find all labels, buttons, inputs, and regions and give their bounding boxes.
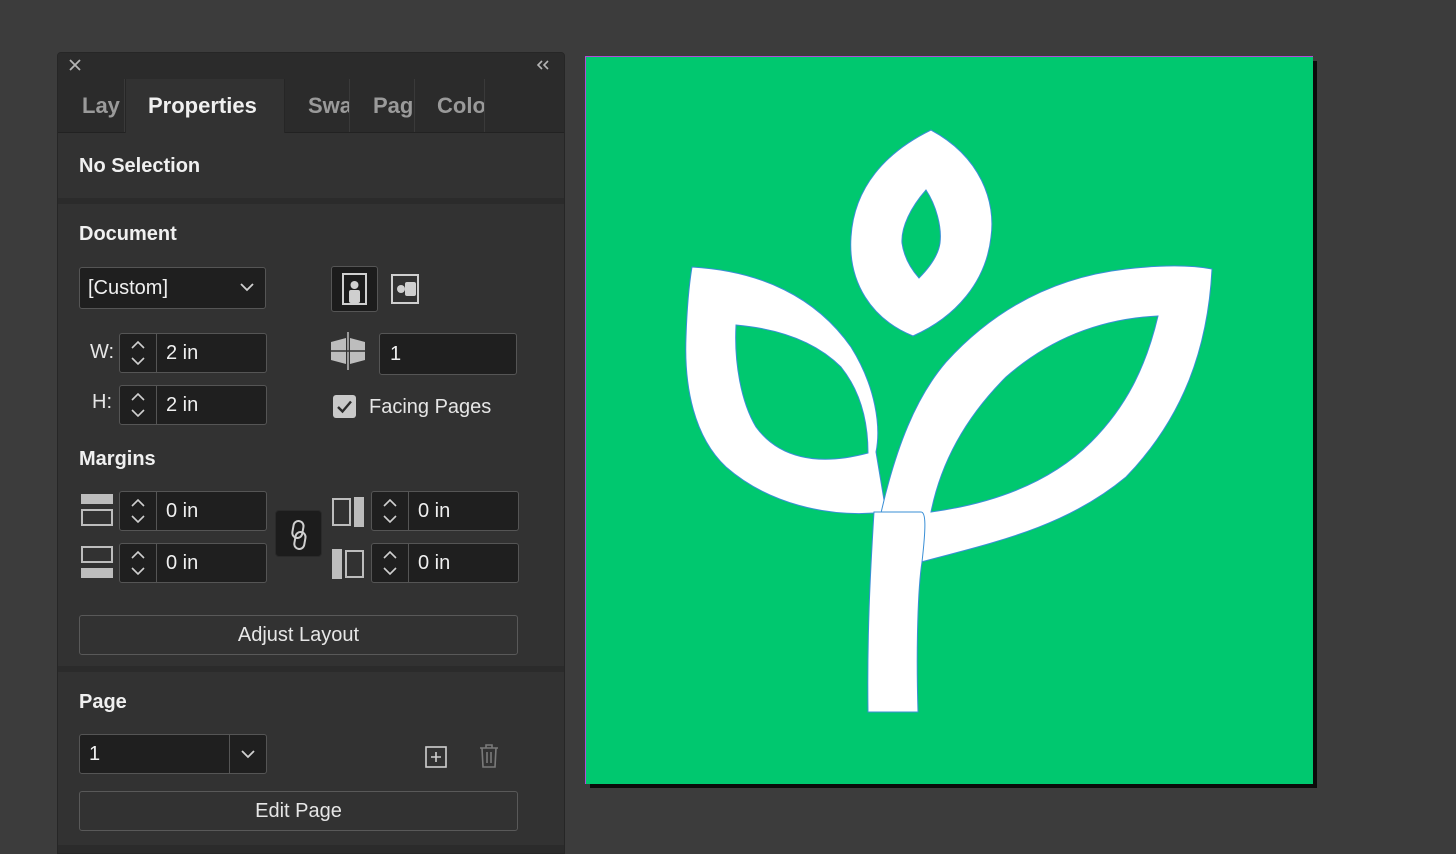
up-down-arrows-icon <box>131 340 145 366</box>
selection-status: No Selection <box>79 155 201 177</box>
facing-pages-label[interactable]: Facing Pages <box>369 396 491 419</box>
inside-margin-value: 0 in <box>418 500 451 522</box>
width-label: W: <box>90 341 115 363</box>
number-of-pages-field[interactable]: 1 <box>379 333 517 375</box>
outside-margin-stepper[interactable]: 0 in <box>371 543 519 583</box>
trash-icon[interactable] <box>478 743 500 769</box>
edit-page-button[interactable]: Edit Page <box>79 791 518 831</box>
tab-properties[interactable]: Properties <box>125 79 285 133</box>
up-down-arrows-icon <box>383 498 397 524</box>
plant-sprout-icon <box>685 129 1213 713</box>
up-down-arrows-icon <box>131 392 145 418</box>
top-margin-icon <box>81 494 113 526</box>
chevron-down-icon <box>241 750 255 759</box>
height-stepper-arrows[interactable] <box>120 386 157 424</box>
outside-margin-icon <box>332 549 364 579</box>
portrait-page-icon <box>342 273 367 305</box>
width-stepper[interactable]: 2 in <box>119 333 267 373</box>
outside-margin-stepper-arrows[interactable] <box>372 544 409 582</box>
bottom-margin-value: 0 in <box>166 552 199 574</box>
outside-margin-value: 0 in <box>418 552 451 574</box>
margins-section-title: Margins <box>79 448 156 470</box>
collapse-panel-icon[interactable] <box>534 57 552 73</box>
adjust-layout-button[interactable]: Adjust Layout <box>79 615 518 655</box>
section-divider <box>58 198 564 204</box>
pages-value: 1 <box>390 343 402 365</box>
landscape-page-icon <box>391 274 419 304</box>
facing-pages-checkbox[interactable] <box>333 395 356 418</box>
bottom-margin-stepper-arrows[interactable] <box>120 544 157 582</box>
inside-margin-stepper[interactable]: 0 in <box>371 491 519 531</box>
pages-icon <box>331 332 365 370</box>
document-preset-value: [Custom] <box>88 277 169 299</box>
bottom-margin-icon <box>81 546 113 578</box>
up-down-arrows-icon <box>131 498 145 524</box>
tab-layers[interactable]: Lay <box>72 79 125 132</box>
height-value: 2 in <box>166 394 199 416</box>
landscape-orientation-button[interactable] <box>388 269 422 309</box>
chain-link-icon <box>291 520 307 550</box>
portrait-orientation-button[interactable] <box>331 266 378 312</box>
panel-titlebar <box>58 53 564 79</box>
top-margin-stepper[interactable]: 0 in <box>119 491 267 531</box>
link-margins-button[interactable] <box>275 510 322 557</box>
bottom-margin-stepper[interactable]: 0 in <box>119 543 267 583</box>
page-number-dropdown[interactable]: 1 <box>79 734 267 774</box>
width-stepper-arrows[interactable] <box>120 334 157 372</box>
dropdown-separator <box>229 735 230 773</box>
document-page[interactable] <box>585 56 1313 784</box>
height-label: H: <box>92 391 112 413</box>
width-value: 2 in <box>166 342 199 364</box>
inside-margin-icon <box>332 497 364 527</box>
document-preset-dropdown[interactable]: [Custom] <box>79 267 266 309</box>
section-divider <box>58 666 564 672</box>
top-margin-stepper-arrows[interactable] <box>120 492 157 530</box>
checkmark-icon <box>337 400 352 414</box>
close-icon[interactable] <box>67 57 83 73</box>
add-page-icon[interactable] <box>424 745 448 769</box>
height-stepper[interactable]: 2 in <box>119 385 267 425</box>
panel-tabstrip: Lay Properties Swa Pag Colo <box>58 79 564 133</box>
chevron-down-icon <box>240 283 254 292</box>
up-down-arrows-icon <box>131 550 145 576</box>
properties-panel: Lay Properties Swa Pag Colo No Selection… <box>57 52 565 854</box>
inside-margin-stepper-arrows[interactable] <box>372 492 409 530</box>
page-section-title: Page <box>79 691 127 713</box>
document-section-title: Document <box>79 223 177 245</box>
tab-color[interactable]: Colo <box>427 79 485 132</box>
tab-pages[interactable]: Pag <box>363 79 415 132</box>
up-down-arrows-icon <box>383 550 397 576</box>
top-margin-value: 0 in <box>166 500 199 522</box>
tab-swatches[interactable]: Swa <box>298 79 350 132</box>
page-number-value: 1 <box>89 743 101 765</box>
